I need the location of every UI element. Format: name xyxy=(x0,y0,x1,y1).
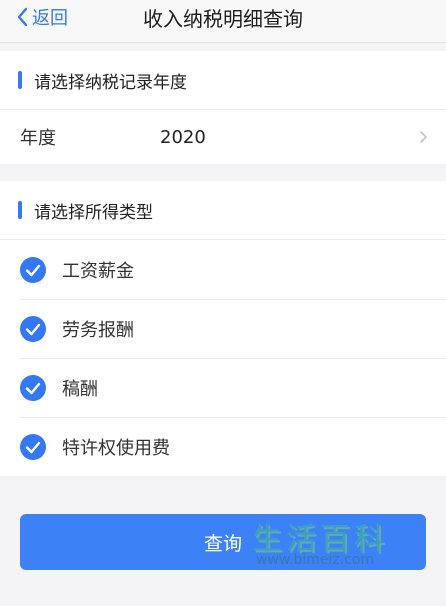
option-labor-remuneration[interactable]: 劳务报酬 xyxy=(0,299,446,358)
year-section-header: 请选择纳税记录年度 xyxy=(0,51,446,110)
checkbox-checked-icon[interactable] xyxy=(20,256,46,283)
income-type-list: 工资薪金 劳务报酬 稿酬 特许权使用费 xyxy=(0,240,446,476)
option-label: 特许权使用费 xyxy=(62,437,170,459)
checkbox-checked-icon[interactable] xyxy=(20,374,46,401)
chevron-right-icon xyxy=(420,131,427,143)
option-royalties[interactable]: 特许权使用费 xyxy=(0,417,446,476)
option-wages[interactable]: 工资薪金 xyxy=(0,240,446,299)
year-value: 2020 xyxy=(160,126,206,148)
page-title: 收入纳税明细查询 xyxy=(143,7,303,31)
section-marker xyxy=(18,201,22,219)
year-label: 年度 xyxy=(20,128,56,149)
query-button[interactable]: 查询 xyxy=(20,514,426,570)
section-marker xyxy=(18,71,22,89)
type-section-title: 请选择所得类型 xyxy=(34,202,153,223)
option-author-remuneration[interactable]: 稿酬 xyxy=(0,358,446,417)
option-label: 工资薪金 xyxy=(62,260,134,282)
checkbox-checked-icon[interactable] xyxy=(20,433,46,460)
year-section-title: 请选择纳税记录年度 xyxy=(34,72,187,93)
footer-area: 查询 xyxy=(0,476,446,606)
checkbox-checked-icon[interactable] xyxy=(20,315,46,342)
option-label: 劳务报酬 xyxy=(62,319,134,341)
nav-bar: 返回 收入纳税明细查询 xyxy=(0,0,446,43)
option-label: 稿酬 xyxy=(62,378,98,400)
section-divider xyxy=(0,164,446,181)
year-selector-row[interactable]: 年度 2020 xyxy=(0,110,446,164)
type-section-header: 请选择所得类型 xyxy=(0,181,446,240)
